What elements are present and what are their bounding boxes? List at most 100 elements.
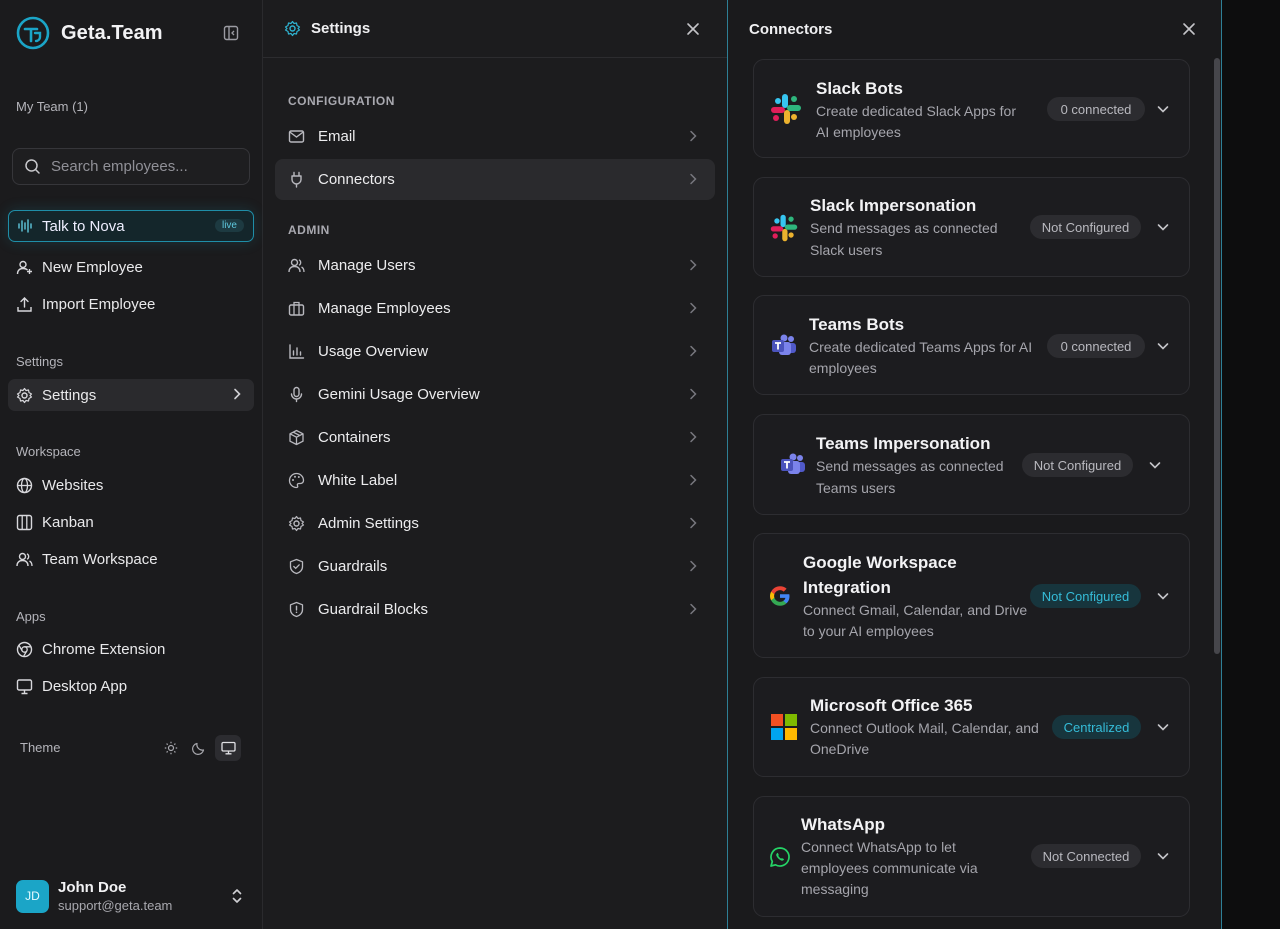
- apps-section-label: Apps: [16, 609, 46, 624]
- status-badge: Not Configured: [1022, 453, 1133, 477]
- page-backdrop: [1222, 0, 1280, 929]
- teams-icon: [767, 329, 801, 363]
- close-settings-icon[interactable]: [684, 20, 702, 38]
- slack-icon: [767, 211, 801, 245]
- settings-item-admin-settings[interactable]: Admin Settings: [275, 503, 715, 544]
- connector-description: Create dedicated Teams Apps for AI: [809, 339, 1033, 355]
- chevrons-up-down-icon[interactable]: [230, 887, 244, 909]
- my-team-label[interactable]: My Team (1): [16, 99, 88, 114]
- connectors-header: Connectors: [728, 0, 1221, 58]
- connector-description: Create dedicated Slack Apps for: [816, 103, 1017, 119]
- sidebar-item-settings-label: Settings: [42, 386, 97, 404]
- sidebar-item-kanban-label: Kanban: [42, 513, 94, 531]
- connector-card-microsoft-365[interactable]: Microsoft Office 365 Connect Outlook Mai…: [753, 677, 1190, 777]
- sidebar-item-kanban[interactable]: Kanban: [8, 506, 254, 538]
- settings-item-usage-overview[interactable]: Usage Overview: [275, 331, 715, 372]
- chevron-down-icon[interactable]: [1155, 848, 1171, 864]
- settings-item-containers-label: Containers: [318, 429, 391, 446]
- brand-name: Geta.Team: [61, 21, 163, 44]
- talk-to-nova-label: Talk to Nova: [42, 217, 125, 235]
- status-badge: 0 connected: [1047, 97, 1145, 121]
- sidebar-item-chrome-extension[interactable]: Chrome Extension: [8, 633, 254, 665]
- connector-name: Teams Bots: [809, 315, 905, 334]
- settings-item-containers[interactable]: Containers: [275, 417, 715, 458]
- connector-card-teams-impersonation[interactable]: Teams Impersonation Send messages as con…: [753, 414, 1190, 515]
- brand[interactable]: Geta.Team: [16, 16, 163, 50]
- sidebar-collapse-icon[interactable]: [221, 23, 241, 43]
- audio-wave-icon: [18, 219, 32, 233]
- chevron-down-icon[interactable]: [1155, 588, 1171, 604]
- settings-item-gemini-usage-label: Gemini Usage Overview: [318, 386, 480, 403]
- connector-name: Slack Bots: [816, 79, 903, 98]
- sidebar-item-websites[interactable]: Websites: [8, 469, 254, 501]
- talk-to-nova-button[interactable]: Talk to Nova live: [8, 210, 254, 242]
- chevron-down-icon[interactable]: [1155, 101, 1171, 117]
- connector-description: employees: [809, 360, 877, 376]
- chevron-right-icon: [686, 559, 700, 577]
- sidebar-item-team-workspace[interactable]: Team Workspace: [8, 543, 254, 575]
- user-menu[interactable]: JD John Doe support@geta.team: [16, 879, 248, 913]
- settings-item-white-label[interactable]: White Label: [275, 460, 715, 501]
- users-icon: [288, 257, 305, 274]
- moon-icon[interactable]: [186, 735, 212, 761]
- connector-name: WhatsApp: [801, 815, 886, 834]
- monitor-theme-icon[interactable]: [215, 735, 241, 761]
- status-badge: Not Configured: [1030, 584, 1141, 608]
- whatsapp-icon: [763, 840, 797, 874]
- sidebar-item-desktop-app[interactable]: Desktop App: [8, 670, 254, 702]
- import-employee-label: Import Employee: [42, 295, 156, 313]
- connector-name: Slack Impersonation: [810, 196, 977, 215]
- settings-item-manage-users[interactable]: Manage Users: [275, 245, 715, 286]
- chevron-down-icon[interactable]: [1147, 457, 1163, 473]
- gear-icon: [16, 387, 33, 404]
- connectors-scrollbar[interactable]: [1214, 58, 1220, 654]
- connector-card-google-workspace[interactable]: Google Workspace Integration Connect Gma…: [753, 533, 1190, 658]
- sidebar: Geta.Team My Team (1) Search employees..…: [0, 0, 263, 929]
- settings-item-connectors[interactable]: Connectors: [275, 159, 715, 200]
- kanban-icon: [16, 514, 33, 531]
- connector-name: Google Workspace: [803, 553, 957, 572]
- settings-item-guardrails[interactable]: Guardrails: [275, 546, 715, 587]
- upload-icon: [16, 296, 33, 313]
- search-icon: [25, 159, 40, 174]
- connector-card-slack-impersonation[interactable]: Slack Impersonation Send messages as con…: [753, 177, 1190, 277]
- settings-item-gemini-usage-overview[interactable]: Gemini Usage Overview: [275, 374, 715, 415]
- user-plus-icon: [16, 259, 33, 276]
- microsoft-icon: [767, 710, 801, 744]
- live-badge: live: [214, 219, 244, 232]
- google-icon: [763, 579, 797, 613]
- chevron-right-icon: [686, 172, 700, 190]
- connector-card-whatsapp[interactable]: WhatsApp Connect WhatsApp to let employe…: [753, 796, 1190, 917]
- connector-card-slack-bots[interactable]: Slack Bots Create dedicated Slack Apps f…: [753, 59, 1190, 158]
- import-employee-button[interactable]: Import Employee: [8, 288, 254, 320]
- connector-description: OneDrive: [810, 741, 870, 757]
- close-connectors-icon[interactable]: [1180, 20, 1198, 38]
- chevron-down-icon[interactable]: [1155, 338, 1171, 354]
- settings-item-manage-users-label: Manage Users: [318, 257, 416, 274]
- sidebar-item-settings[interactable]: Settings: [8, 379, 254, 411]
- connector-description: messaging: [801, 881, 869, 897]
- chevron-right-icon: [686, 602, 700, 620]
- connector-description: Slack users: [810, 242, 883, 258]
- briefcase-icon: [288, 300, 305, 317]
- connector-description: Connect WhatsApp to let: [801, 839, 956, 855]
- settings-item-email[interactable]: Email: [275, 116, 715, 157]
- connector-description: Connect Gmail, Calendar, and Drive: [803, 602, 1028, 618]
- user-email: support@geta.team: [58, 898, 173, 913]
- settings-item-manage-employees-label: Manage Employees: [318, 300, 451, 317]
- theme-switcher: Theme: [20, 735, 242, 761]
- new-employee-button[interactable]: New Employee: [8, 251, 254, 283]
- globe-icon: [16, 477, 33, 494]
- settings-item-guardrail-blocks[interactable]: Guardrail Blocks: [275, 589, 715, 630]
- chevron-right-icon: [686, 473, 700, 491]
- chevron-down-icon[interactable]: [1155, 719, 1171, 735]
- connector-card-teams-bots[interactable]: Teams Bots Create dedicated Teams Apps f…: [753, 295, 1190, 395]
- mail-icon: [288, 128, 305, 145]
- chevron-down-icon[interactable]: [1155, 219, 1171, 235]
- settings-item-manage-employees[interactable]: Manage Employees: [275, 288, 715, 329]
- sidebar-item-team-workspace-label: Team Workspace: [42, 550, 158, 568]
- new-employee-label: New Employee: [42, 258, 143, 276]
- connector-description: Send messages as connected: [816, 458, 1004, 474]
- sun-icon[interactable]: [158, 735, 184, 761]
- search-input[interactable]: Search employees...: [12, 148, 250, 185]
